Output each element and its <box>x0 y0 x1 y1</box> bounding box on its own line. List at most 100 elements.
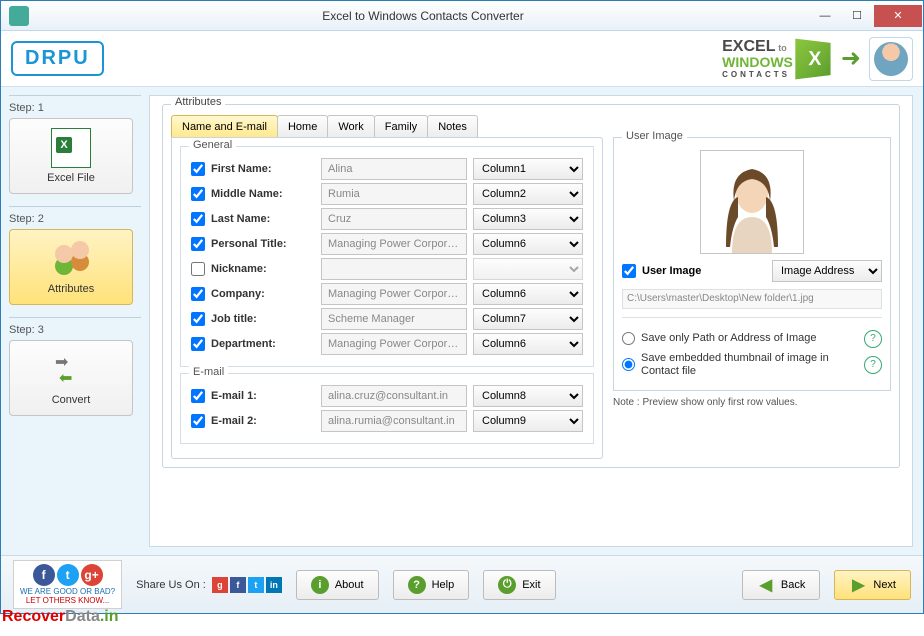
general-field-label: First Name: <box>211 163 315 175</box>
general-field-column-select[interactable]: Column3 <box>473 208 583 230</box>
window: Excel to Windows Contacts Converter DRPU… <box>0 0 924 614</box>
email-field-checkbox[interactable] <box>191 414 205 428</box>
close-button[interactable] <box>874 5 922 27</box>
fields-column: General First Name:Column1Middle Name:Co… <box>171 137 603 459</box>
help-button[interactable]: ?Help <box>393 570 470 600</box>
share-facebook-icon[interactable]: f <box>230 577 246 593</box>
general-field-column-select[interactable]: Column6 <box>473 333 583 355</box>
general-field-row: First Name: Column1 <box>191 158 583 180</box>
email-field-row: E-mail 1:Column8 <box>191 385 583 407</box>
user-image-preview <box>700 150 804 254</box>
email-field-value <box>321 410 467 432</box>
footer: f t g+ WE ARE GOOD OR BAD?LET OTHERS KNO… <box>1 555 923 613</box>
step-excel-file-button[interactable]: Excel File <box>9 118 133 194</box>
step1-label: Step: 1 <box>9 95 141 114</box>
general-field-checkbox[interactable] <box>191 312 205 326</box>
exit-button[interactable]: ⏻Exit <box>483 570 555 600</box>
watermark: RecoverData.in <box>2 608 119 626</box>
next-button[interactable]: ▶Next <box>834 570 911 600</box>
tabs: Name and E-mail Home Work Family Notes <box>171 115 891 138</box>
general-field-label: Personal Title: <box>211 238 315 250</box>
user-image-checkbox[interactable] <box>622 264 636 278</box>
content-panel: Attributes Name and E-mail Home Work Fam… <box>149 95 913 547</box>
main-area: Step: 1 Excel File Step: 2 Attributes St… <box>1 87 923 555</box>
user-photo-icon <box>712 157 792 253</box>
email-field-checkbox[interactable] <box>191 389 205 403</box>
minimize-button[interactable] <box>810 5 840 27</box>
arrow-left-icon: ◀ <box>757 576 775 594</box>
general-field-column-select[interactable]: Column2 <box>473 183 583 205</box>
header: DRPU EXCEL to WINDOWS CONTACTS X ➜ <box>1 31 923 87</box>
attributes-fieldset: Attributes Name and E-mail Home Work Fam… <box>162 104 900 468</box>
facebook-icon[interactable]: f <box>33 564 55 586</box>
general-field-row: Personal Title: Column6 <box>191 233 583 255</box>
excel-x-icon: X <box>795 38 830 79</box>
general-field-checkbox[interactable] <box>191 287 205 301</box>
general-field-value <box>321 158 467 180</box>
arrow-right-icon: ▶ <box>849 576 867 594</box>
step-convert-button[interactable]: Convert <box>9 340 133 416</box>
general-field-column-select[interactable]: Column6 <box>473 283 583 305</box>
general-field-label: Company: <box>211 288 315 300</box>
tab-family[interactable]: Family <box>374 115 428 138</box>
share-twitter-icon[interactable]: t <box>248 577 264 593</box>
tab-notes[interactable]: Notes <box>427 115 478 138</box>
back-button[interactable]: ◀Back <box>742 570 820 600</box>
general-field-checkbox[interactable] <box>191 187 205 201</box>
power-icon: ⏻ <box>498 576 516 594</box>
general-field-column-select[interactable]: Column7 <box>473 308 583 330</box>
product-logo: EXCEL to WINDOWS CONTACTS X <box>722 38 833 80</box>
attributes-icon <box>51 239 91 279</box>
tab-work[interactable]: Work <box>327 115 374 138</box>
gplus-icon[interactable]: g+ <box>81 564 103 586</box>
share-label: Share Us On : <box>136 579 206 591</box>
drpu-logo: DRPU <box>11 41 104 76</box>
image-address-select[interactable]: Image Address <box>772 260 882 282</box>
share-gplus-icon[interactable]: g <box>212 577 228 593</box>
help-icon: ? <box>408 576 426 594</box>
step-attributes-button[interactable]: Attributes <box>9 229 133 305</box>
email-field-row: E-mail 2:Column9 <box>191 410 583 432</box>
titlebar: Excel to Windows Contacts Converter <box>1 1 923 31</box>
twitter-icon[interactable]: t <box>57 564 79 586</box>
general-field-row: Company: Column6 <box>191 283 583 305</box>
general-field-row: Job title: Column7 <box>191 308 583 330</box>
general-field-checkbox[interactable] <box>191 237 205 251</box>
share-linkedin-icon[interactable]: in <box>266 577 282 593</box>
arrow-right-icon: ➜ <box>841 44 861 73</box>
social-box[interactable]: f t g+ WE ARE GOOD OR BAD?LET OTHERS KNO… <box>13 560 122 610</box>
general-field-checkbox[interactable] <box>191 162 205 176</box>
general-field-column-select[interactable]: Column6 <box>473 233 583 255</box>
general-field-column-select[interactable] <box>473 258 583 280</box>
general-field-row: Nickname: <box>191 258 583 280</box>
email-field-column-select[interactable]: Column8 <box>473 385 583 407</box>
contact-avatar-icon <box>869 37 913 81</box>
tab-home[interactable]: Home <box>277 115 328 138</box>
general-field-checkbox[interactable] <box>191 337 205 351</box>
general-field-value <box>321 308 467 330</box>
general-field-label: Job title: <box>211 313 315 325</box>
about-button[interactable]: iAbout <box>296 570 379 600</box>
window-title: Excel to Windows Contacts Converter <box>37 9 809 23</box>
tab-name-email[interactable]: Name and E-mail <box>171 115 278 138</box>
save-path-radio[interactable] <box>622 332 635 345</box>
info-icon: i <box>311 576 329 594</box>
general-field-checkbox[interactable] <box>191 262 205 276</box>
maximize-button[interactable] <box>842 5 872 27</box>
user-image-group: User Image <box>613 137 891 391</box>
step2-label: Step: 2 <box>9 206 141 225</box>
save-embedded-radio[interactable] <box>622 358 635 371</box>
general-field-column-select[interactable]: Column1 <box>473 158 583 180</box>
general-field-row: Last Name:Column3 <box>191 208 583 230</box>
help-embedded-icon[interactable]: ? <box>864 356 882 374</box>
general-field-checkbox[interactable] <box>191 212 205 226</box>
preview-note: Note : Preview show only first row value… <box>613 397 891 408</box>
help-path-icon[interactable]: ? <box>864 330 882 348</box>
email-field-column-select[interactable]: Column9 <box>473 410 583 432</box>
general-field-label: Department: <box>211 338 315 350</box>
general-field-label: Nickname: <box>211 263 315 275</box>
convert-icon <box>51 350 91 390</box>
step3-label: Step: 3 <box>9 317 141 336</box>
email-field-value <box>321 385 467 407</box>
general-field-label: Middle Name: <box>211 188 315 200</box>
